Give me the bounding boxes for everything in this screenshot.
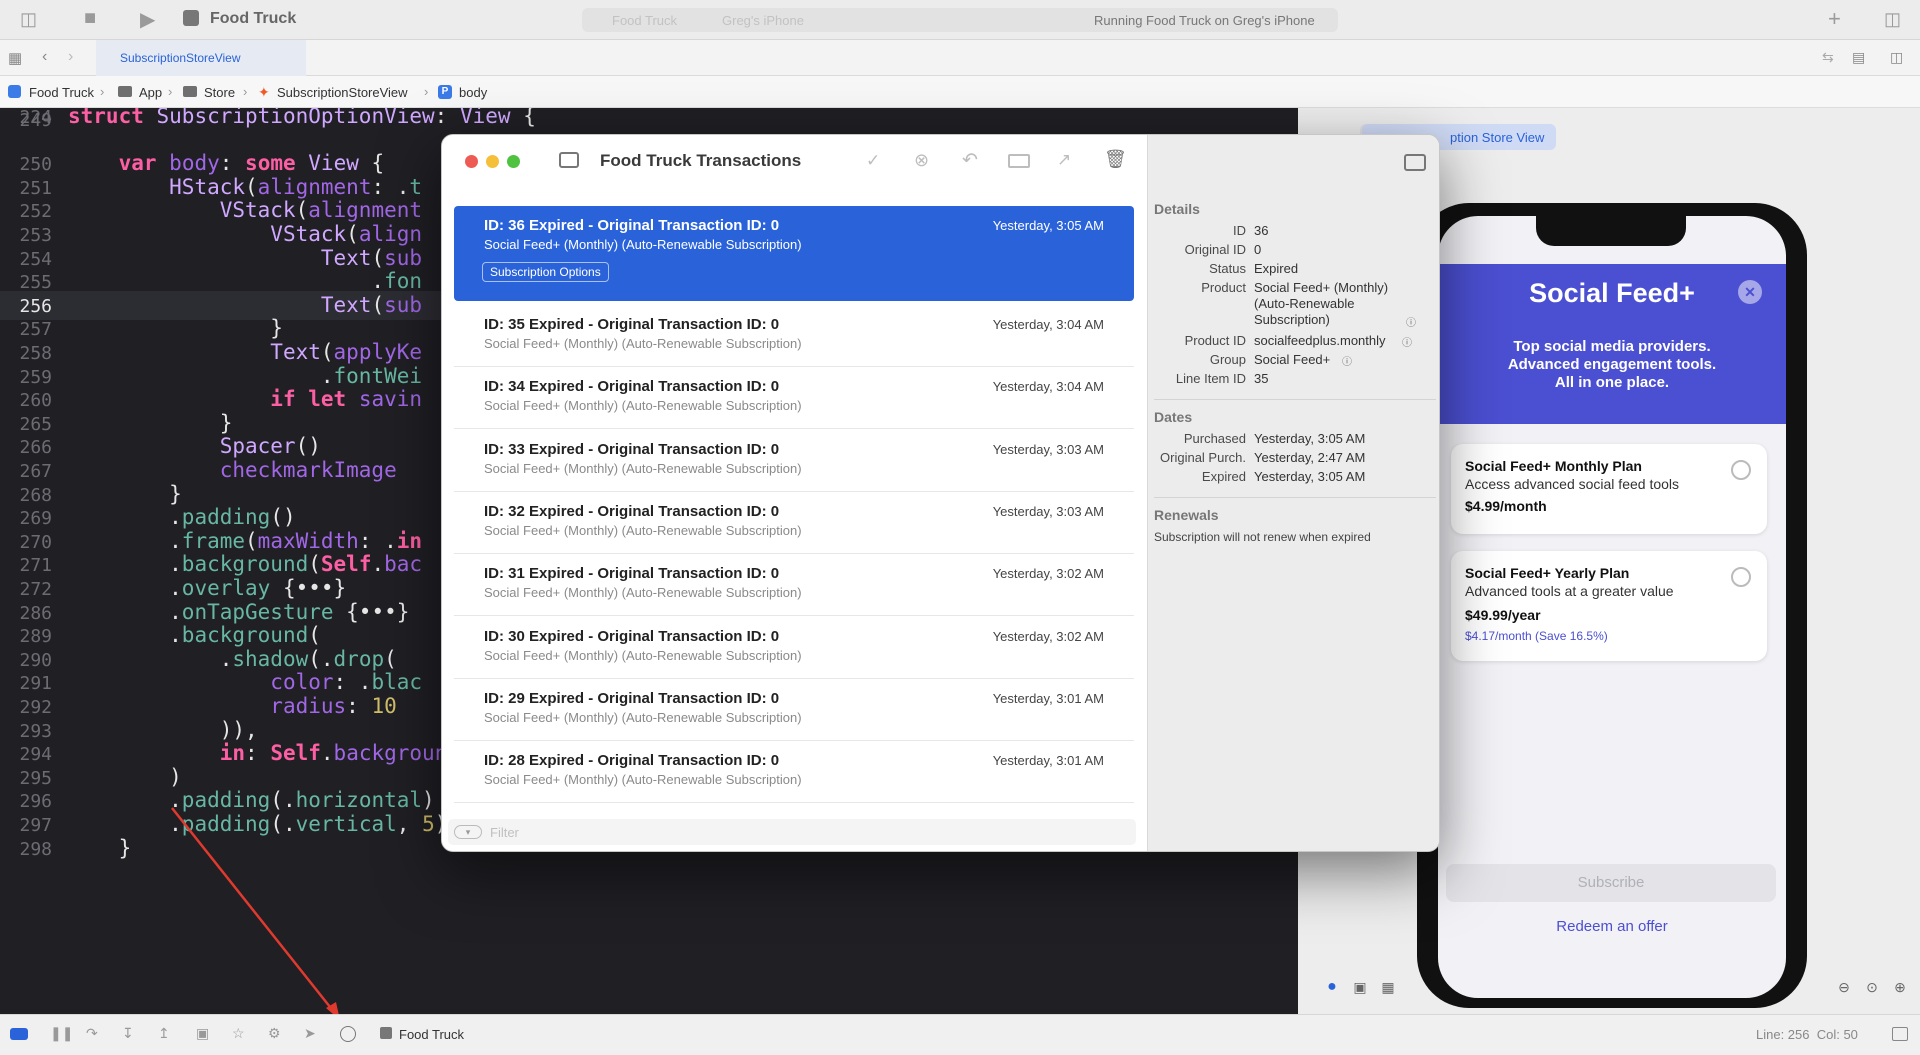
annotation-arrow [171,807,366,1047]
inspector-area-icon[interactable] [1892,1027,1908,1041]
storekit-transactions-icon[interactable] [340,1026,356,1042]
step-over-icon[interactable]: ↷ [86,1025,98,1042]
hide-debug-area-icon[interactable] [10,1028,28,1040]
app-target-icon [380,1027,392,1039]
debug-bar: ❚❚ ↷ ↧ ↥ ▣ ☆ ⚙ ➤ Food Truck Line: 256 Co… [0,1014,1920,1055]
pause-icon[interactable]: ❚❚ [50,1025,73,1042]
step-into-icon[interactable]: ↧ [122,1025,134,1042]
step-out-icon[interactable]: ↥ [158,1025,170,1042]
location-icon[interactable]: ➤ [304,1025,316,1042]
memory-graph-icon[interactable]: ☆ [232,1025,245,1042]
cursor-position: Line: 256 Col: 50 [1756,1027,1858,1042]
target-name[interactable]: Food Truck [399,1027,464,1042]
environment-icon[interactable]: ⚙ [268,1025,281,1042]
view-hierarchy-icon[interactable]: ▣ [196,1025,209,1042]
